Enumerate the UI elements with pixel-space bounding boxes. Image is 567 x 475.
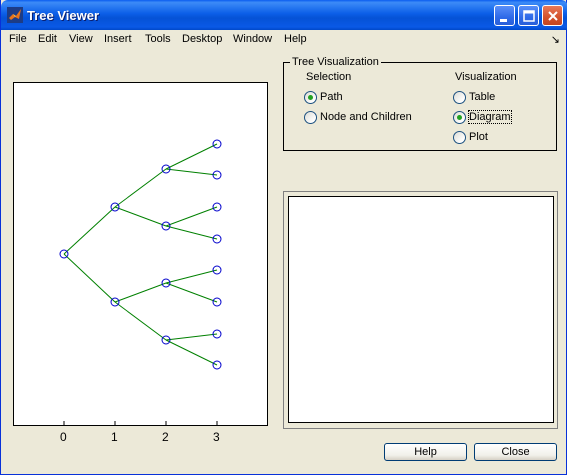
- maximize-button[interactable]: [518, 5, 539, 26]
- tree-edge: [165, 339, 218, 366]
- tree-edge: [165, 333, 218, 341]
- tree-plot: [59, 139, 222, 425]
- tree-edge: [114, 301, 167, 341]
- matlab-logo-icon: [7, 7, 23, 23]
- tree-edge: [63, 253, 116, 303]
- visualization-heading: Visualization: [455, 71, 517, 83]
- menu-tools[interactable]: Tools: [145, 33, 171, 45]
- x-tick-label-1: 1: [111, 430, 118, 444]
- radio-plot-label[interactable]: Plot: [469, 131, 488, 143]
- tree-edge: [165, 143, 218, 170]
- radio-diagram[interactable]: [453, 111, 466, 124]
- x-tick-label-3: 3: [213, 430, 220, 444]
- menu-file[interactable]: File: [9, 33, 27, 45]
- close-button[interactable]: Close: [474, 443, 557, 461]
- menu-edit[interactable]: Edit: [38, 33, 57, 45]
- menu-overflow-icon[interactable]: ↘: [551, 33, 560, 46]
- radio-table-label[interactable]: Table: [469, 91, 495, 103]
- menu-bar: File Edit View Insert Tools Desktop Wind…: [2, 30, 566, 49]
- close-icon: [548, 11, 558, 21]
- tree-edge: [114, 282, 167, 303]
- radio-table[interactable]: [453, 91, 466, 104]
- menu-help[interactable]: Help: [284, 33, 307, 45]
- tree-edge: [165, 269, 218, 284]
- maximize-icon: [523, 10, 535, 22]
- display-panel-content: [288, 196, 554, 423]
- radio-selected-dot: [457, 115, 462, 120]
- menu-window[interactable]: Window: [233, 33, 272, 45]
- selection-heading: Selection: [306, 71, 352, 83]
- radio-path-label[interactable]: Path: [320, 91, 343, 103]
- window-title: Tree Viewer: [27, 8, 100, 23]
- radio-node-and-children[interactable]: [304, 111, 317, 124]
- tree-edge: [114, 206, 167, 227]
- tree-edge: [165, 168, 218, 176]
- menu-desktop[interactable]: Desktop: [182, 33, 222, 45]
- minimize-icon: [500, 19, 507, 22]
- x-tick-label-0: 0: [60, 430, 67, 444]
- tree-viewer-window: Tree Viewer File Edit View Insert Tools …: [0, 0, 567, 475]
- radio-plot[interactable]: [453, 131, 466, 144]
- tree-visualization-title: Tree Visualization: [290, 56, 381, 68]
- tree-edge: [165, 225, 218, 240]
- close-window-button[interactable]: [542, 5, 563, 26]
- x-axis-ticks: [63, 421, 218, 425]
- menu-insert[interactable]: Insert: [104, 33, 132, 45]
- tree-edge: [114, 168, 167, 208]
- radio-diagram-label[interactable]: Diagram: [468, 110, 512, 124]
- tree-nodes: [59, 139, 222, 370]
- radio-path[interactable]: [304, 91, 317, 104]
- tree-edge: [165, 282, 218, 303]
- radio-selected-dot: [308, 95, 313, 100]
- minimize-button[interactable]: [494, 5, 515, 26]
- tree-plot-axes[interactable]: [13, 82, 268, 426]
- tree-edge: [63, 206, 116, 255]
- radio-node-and-children-label[interactable]: Node and Children: [320, 111, 412, 123]
- tree-edge: [165, 206, 218, 227]
- menu-view[interactable]: View: [69, 33, 93, 45]
- x-tick-label-2: 2: [162, 430, 169, 444]
- title-bar[interactable]: Tree Viewer: [1, 0, 567, 30]
- help-button[interactable]: Help: [384, 443, 467, 461]
- tree-edges: [63, 143, 218, 366]
